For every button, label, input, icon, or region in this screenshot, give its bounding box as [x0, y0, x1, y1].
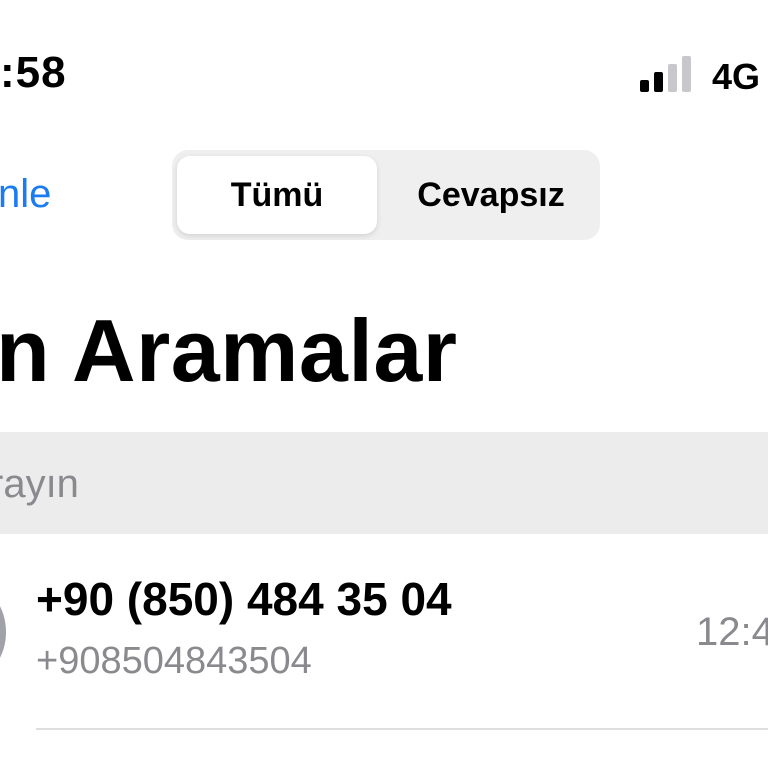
recent-calls-screen: :58 4G nle Tümü Cevapsız n Aramalar rayı… [0, 0, 768, 768]
segment-missed[interactable]: Cevapsız [382, 150, 600, 240]
call-subtitle: +908504843504 [36, 640, 312, 682]
status-time: :58 [0, 48, 67, 97]
contact-avatar [0, 588, 6, 676]
cellular-signal-icon [640, 56, 691, 92]
signal-bar-3 [668, 64, 677, 92]
network-type: 4G [712, 56, 761, 97]
filter-segmented-control: Tümü Cevapsız [172, 150, 600, 240]
edit-button[interactable]: nle [0, 172, 51, 217]
signal-bar-1 [640, 80, 649, 92]
search-field[interactable] [0, 432, 768, 534]
page-title: n Aramalar [0, 301, 458, 400]
call-time: 12:4 [696, 610, 768, 654]
segment-all[interactable]: Tümü [177, 156, 377, 234]
search-placeholder: rayın [0, 462, 79, 506]
row-divider [36, 728, 768, 730]
signal-bar-2 [654, 72, 663, 92]
signal-bar-4 [682, 56, 691, 92]
call-title: +90 (850) 484 35 04 [36, 573, 452, 625]
